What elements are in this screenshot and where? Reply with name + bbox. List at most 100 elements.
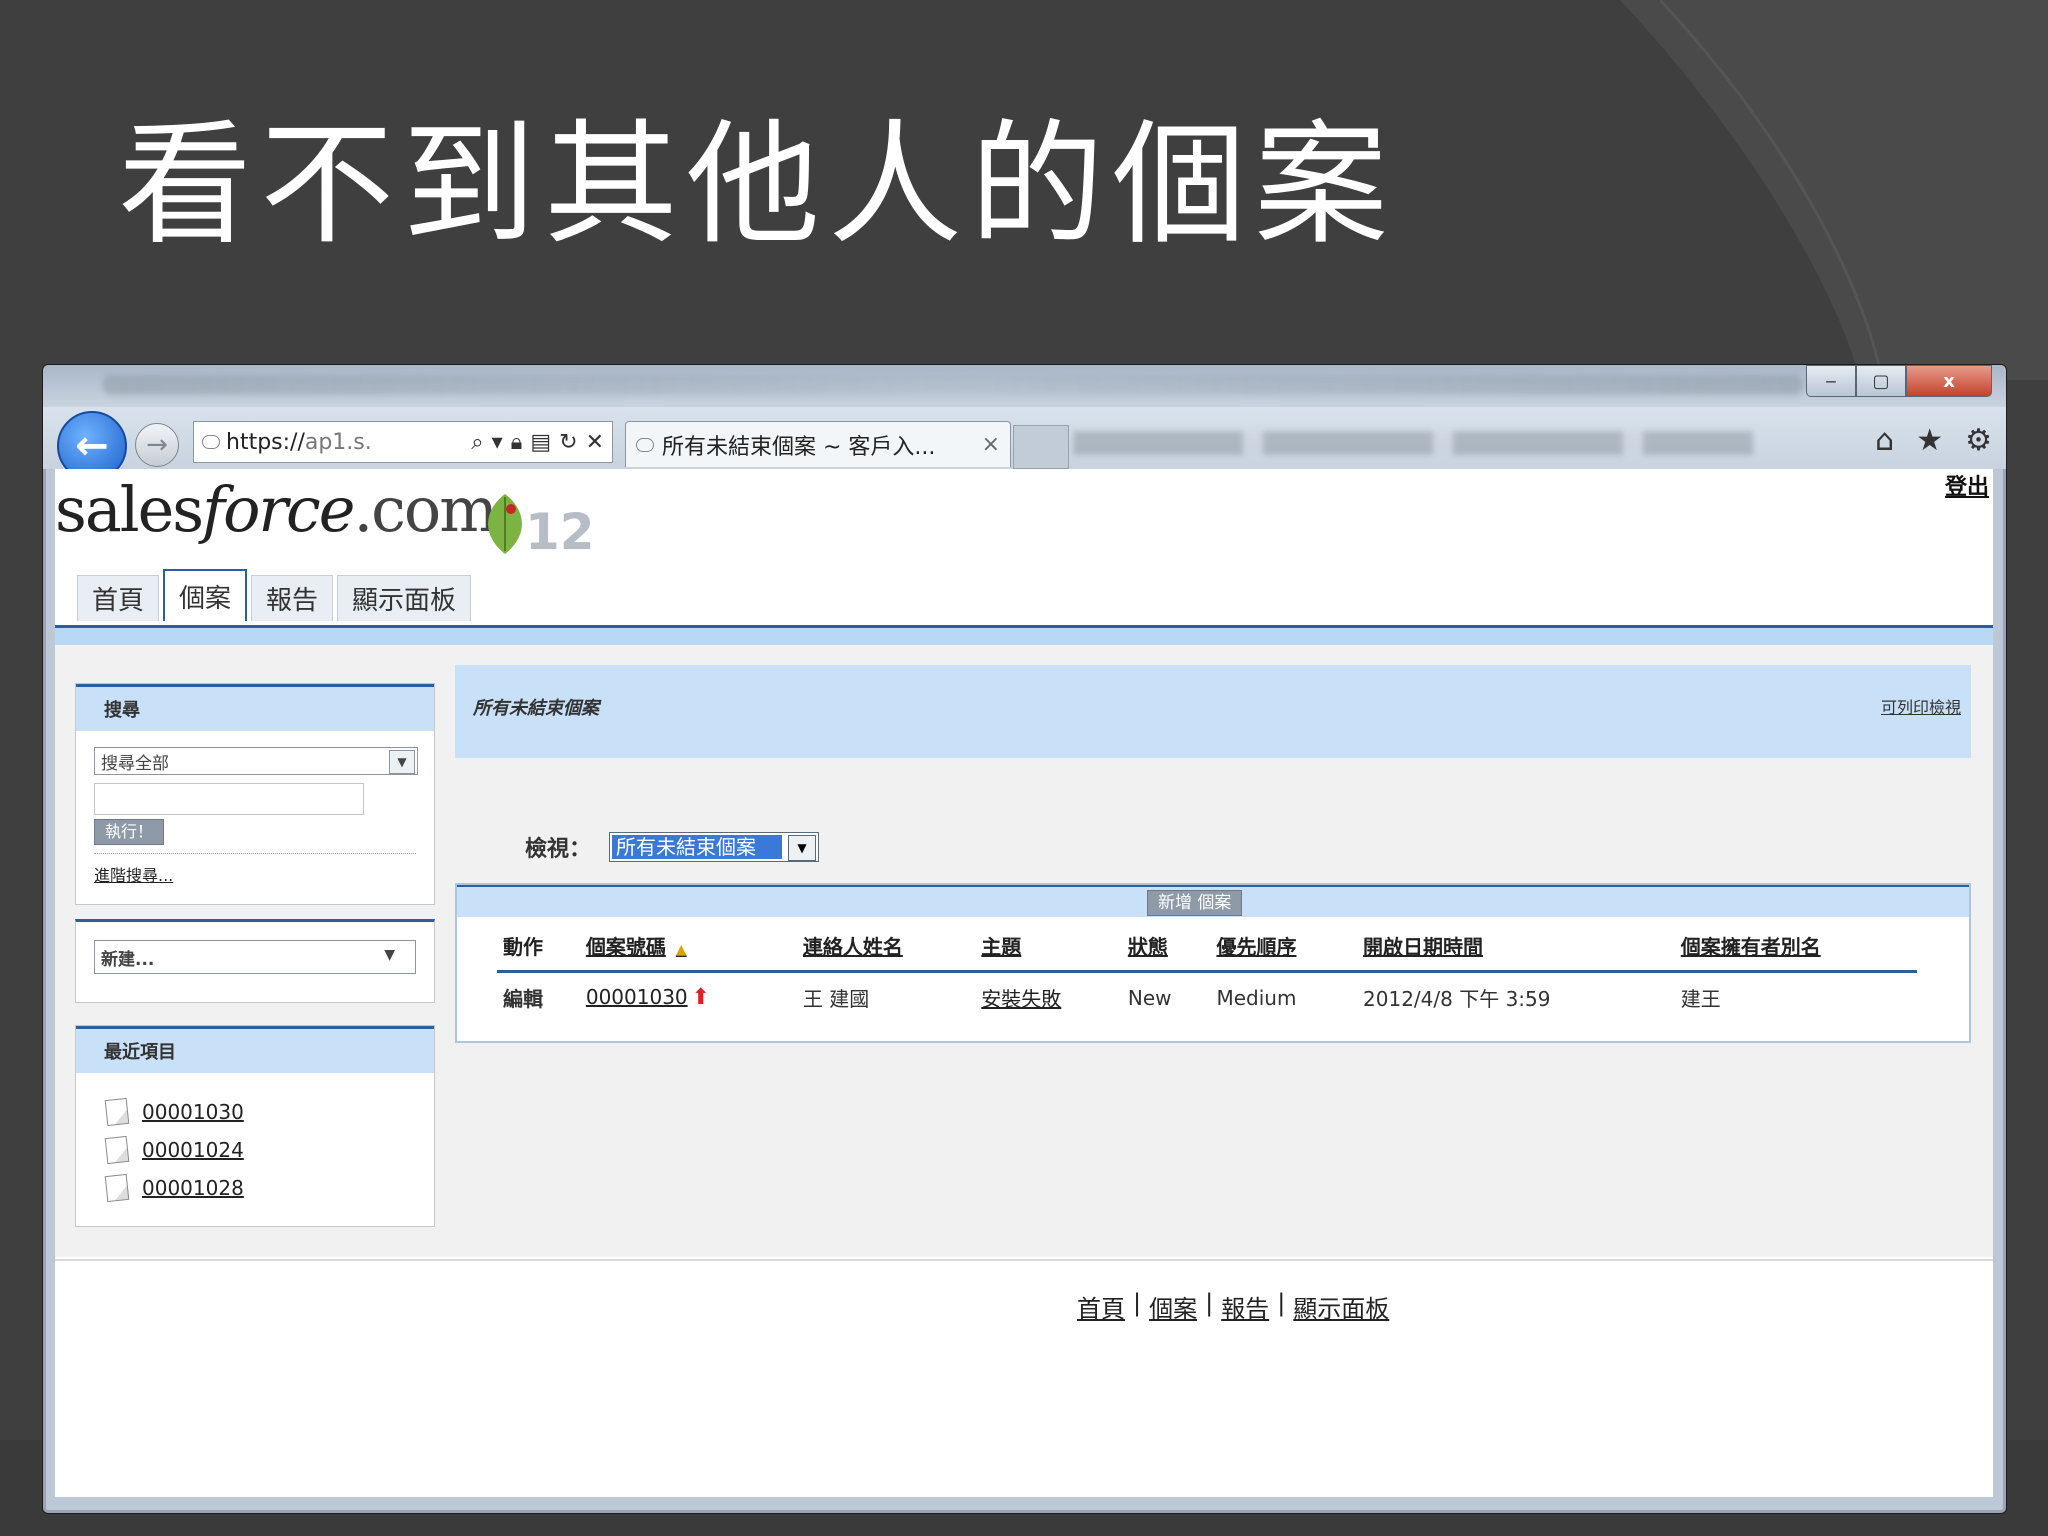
column-header-label: 個案號碼	[585, 935, 666, 959]
search-scope-select[interactable]: 搜尋全部 ▼	[94, 747, 418, 775]
address-prefix: https://	[226, 429, 305, 455]
sort-ascending-icon: ▲	[675, 942, 687, 958]
list-view-header: 所有未結束個案 可列印檢視	[455, 665, 1971, 758]
footer-link-home[interactable]: 首頁	[1077, 1289, 1125, 1324]
page-icon	[202, 435, 220, 449]
chevron-down-icon: ▼	[384, 947, 395, 963]
compat-icon[interactable]: ▤	[530, 430, 551, 455]
home-icon[interactable]: ⌂	[1875, 423, 1894, 458]
create-new-select[interactable]: 新建... ▼	[94, 940, 416, 974]
footer-area	[55, 1259, 1993, 1497]
case-list: 新增 個案 動作 個案號碼 ▲ 連絡人姓名 主題 狀態 優先順序 開啟日期時間 個…	[455, 883, 1971, 1043]
recent-item[interactable]: 00001028	[104, 1173, 434, 1203]
footer-links: 首頁 | 個案 | 報告 | 顯示面板	[1077, 1289, 1389, 1324]
column-header-sortable[interactable]: 優先順序	[1210, 927, 1358, 973]
refresh-icon[interactable]: ↻	[559, 430, 577, 455]
recent-items-panel: 最近項目 00001030 00001024 00001028	[75, 1025, 435, 1227]
search-input[interactable]	[94, 783, 364, 815]
tab-home[interactable]: 首頁	[77, 575, 160, 621]
column-header-sortable[interactable]: 主題	[975, 927, 1122, 973]
blurred-bookmarks	[103, 375, 1803, 395]
tab-cases[interactable]: 個案	[163, 569, 248, 621]
search-panel-header: 搜尋	[76, 684, 434, 731]
browser-navbar: ← → https:// ap1.s. ⌕ ▾ 🔒︎ ▤ ↻ ✕ 所有未結束個案…	[43, 407, 2006, 481]
view-select[interactable]: 所有未結束個案 ▼	[609, 832, 820, 862]
status-cell: New	[1127, 985, 1172, 1010]
column-header-sortable[interactable]: 連絡人姓名	[796, 927, 976, 973]
maximize-icon: ▢	[1872, 370, 1890, 392]
app-tabs: 首頁 個案 報告 顯示面板	[77, 569, 472, 621]
minimize-icon: ‒	[1825, 370, 1837, 392]
window-titlebar: ‒ ▢ x	[43, 365, 2006, 407]
lock-icon[interactable]: 🔒︎	[511, 430, 523, 455]
printable-view-link[interactable]: 可列印檢視	[1881, 694, 1961, 718]
contact-cell: 王 建國	[802, 987, 870, 1011]
browser-tab[interactable]: 所有未結束個案 ~ 客戶入... ×	[625, 421, 1011, 467]
footer-link-dashboards[interactable]: 顯示面板	[1293, 1289, 1389, 1324]
footer-separator: |	[1133, 1289, 1142, 1317]
close-window-button[interactable]: x	[1906, 365, 1992, 397]
version-number: 12	[525, 503, 595, 561]
search-scope-value: 搜尋全部	[101, 753, 169, 774]
address-bar[interactable]: https:// ap1.s. ⌕ ▾ 🔒︎ ▤ ↻ ✕	[193, 421, 613, 463]
case-number-link[interactable]: 00001030	[586, 985, 688, 1009]
page-content: salesforce.com 12 登出 首頁 個案 報告 顯示面板 搜尋 搜尋…	[55, 469, 1993, 1497]
edit-link[interactable]: 編輯	[497, 972, 580, 1023]
logo-sales: sales	[55, 473, 204, 546]
stop-icon[interactable]: ✕	[586, 430, 604, 455]
column-header-sortable[interactable]: 個案號碼 ▲	[579, 927, 797, 973]
new-case-button[interactable]: 新增 個案	[1147, 890, 1243, 916]
recent-item[interactable]: 00001030	[104, 1097, 434, 1127]
new-tab-button[interactable]	[1013, 425, 1069, 469]
star-icon[interactable]: ★	[1916, 423, 1943, 458]
logout-link[interactable]: 登出	[1945, 469, 1989, 501]
document-icon	[104, 1135, 130, 1165]
owner-alias-cell: 建王	[1680, 987, 1721, 1011]
tab-reports[interactable]: 報告	[251, 575, 334, 621]
create-new-label: 新建...	[101, 949, 155, 970]
footer-link-reports[interactable]: 報告	[1221, 1289, 1269, 1324]
tab-close-icon[interactable]: ×	[982, 432, 1000, 457]
arrow-left-icon: ←	[75, 423, 109, 469]
logo-force: force	[202, 473, 355, 546]
slide-title: 看不到其他人的個案	[118, 107, 1397, 263]
column-header-sortable[interactable]: 開啟日期時間	[1357, 927, 1675, 973]
tab-title: 所有未結束個案 ~ 客戶入...	[662, 434, 936, 460]
high-priority-icon: ⬆	[691, 985, 711, 1010]
column-header-sortable[interactable]: 個案擁有者別名	[1674, 927, 1917, 973]
recent-item[interactable]: 00001024	[104, 1135, 434, 1165]
maximize-button[interactable]: ▢	[1856, 365, 1906, 397]
search-icon[interactable]: ⌕	[471, 430, 483, 455]
recent-item-link[interactable]: 00001024	[142, 1138, 244, 1162]
gear-icon[interactable]: ⚙	[1965, 423, 1992, 458]
close-icon: x	[1943, 370, 1955, 392]
column-header-sortable[interactable]: 狀態	[1121, 927, 1211, 973]
list-view-title: 所有未結束個案	[473, 698, 599, 719]
advanced-search-link[interactable]: 進階搜尋...	[94, 866, 173, 885]
footer-link-cases[interactable]: 個案	[1149, 1289, 1197, 1324]
forward-button[interactable]: →	[135, 423, 179, 467]
minimize-button[interactable]: ‒	[1806, 365, 1856, 397]
table-row: 編輯 00001030 ⬆ 王 建國 安裝失敗 New Medium 2012/4…	[497, 972, 1917, 1023]
search-panel: 搜尋 搜尋全部 ▼ 執行！ 進階搜尋...	[75, 683, 435, 905]
view-label: 檢視：	[525, 837, 592, 862]
subject-link[interactable]: 安裝失敗	[981, 987, 1061, 1011]
search-go-button[interactable]: 執行！	[94, 819, 165, 845]
document-icon	[104, 1097, 130, 1127]
column-header: 動作	[497, 927, 580, 973]
case-table: 動作 個案號碼 ▲ 連絡人姓名 主題 狀態 優先順序 開啟日期時間 個案擁有者別名…	[497, 927, 1917, 1022]
opened-cell: 2012/4/8 下午 3:59	[1363, 987, 1551, 1011]
recent-item-link[interactable]: 00001028	[142, 1176, 244, 1200]
arrow-right-icon: →	[146, 430, 168, 460]
view-select-value: 所有未結束個案	[612, 835, 783, 859]
tab-page-icon	[636, 437, 654, 452]
case-number-cell: 00001030 ⬆	[580, 972, 797, 1023]
footer-separator: |	[1205, 1289, 1214, 1317]
chevron-down-icon: ▼	[788, 835, 817, 861]
dropdown-icon[interactable]: ▾	[492, 430, 503, 455]
subject-cell: 安裝失敗	[975, 972, 1122, 1023]
tab-dashboards[interactable]: 顯示面板	[337, 575, 472, 621]
browser-window: ‒ ▢ x ← → https:// ap1.s. ⌕ ▾ 🔒︎ ▤ ↻ ✕ 所…	[42, 364, 2007, 1514]
recent-item-link[interactable]: 00001030	[142, 1100, 244, 1124]
view-filter-row: 檢視： 所有未結束個案 ▼	[525, 831, 820, 863]
